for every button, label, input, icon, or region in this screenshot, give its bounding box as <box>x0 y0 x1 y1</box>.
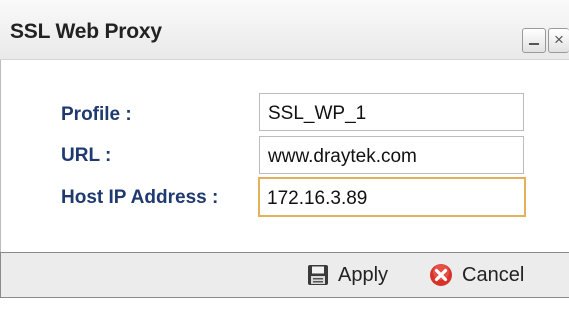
proxy-form: Profile : URL : Host IP Address : <box>0 60 569 252</box>
dialog-footer: Apply Cancel <box>0 252 569 298</box>
minimize-button[interactable] <box>522 28 546 53</box>
save-icon <box>307 264 329 286</box>
cancel-label: Cancel <box>462 263 525 286</box>
profile-label: Profile : <box>61 104 132 125</box>
close-icon: × <box>554 30 564 49</box>
apply-label: Apply <box>338 263 389 286</box>
url-label: URL : <box>61 145 112 166</box>
url-input[interactable] <box>259 136 524 174</box>
cancel-button[interactable]: Cancel <box>429 261 524 289</box>
host-ip-input[interactable] <box>258 177 526 217</box>
close-button[interactable]: × <box>548 28 569 53</box>
minimize-icon <box>529 43 539 45</box>
apply-button[interactable]: Apply <box>307 261 388 289</box>
dialog-title: SSL Web Proxy <box>10 20 162 43</box>
profile-input[interactable] <box>259 93 524 131</box>
title-bar[interactable]: SSL Web Proxy × <box>0 0 569 60</box>
ssl-web-proxy-dialog: SSL Web Proxy × Profile : URL : Host IP … <box>0 0 569 315</box>
cancel-icon <box>429 263 453 287</box>
host-ip-label: Host IP Address : <box>61 187 219 208</box>
